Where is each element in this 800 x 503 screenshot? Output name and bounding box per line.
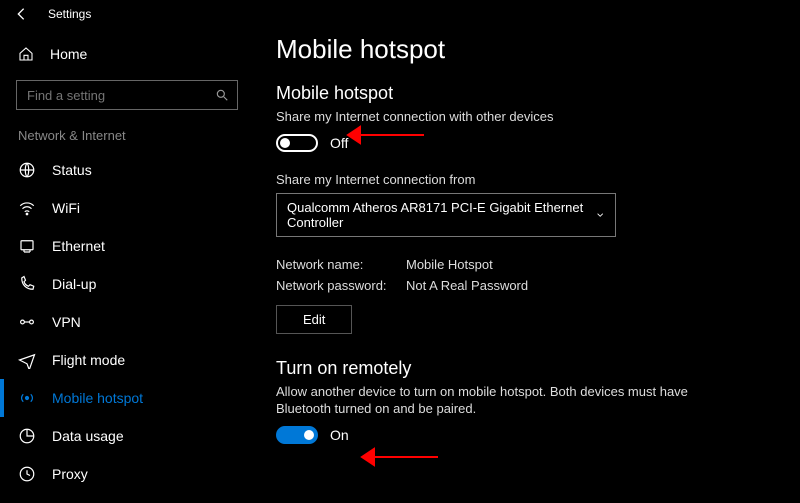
share-from-value: Qualcomm Atheros AR8171 PCI-E Gigabit Et… (287, 200, 595, 230)
remote-toggle[interactable] (276, 426, 318, 444)
hotspot-toggle-label: Off (330, 135, 348, 151)
sidebar-item-label: Data usage (52, 428, 124, 444)
sidebar-item-dialup[interactable]: Dial-up (0, 265, 254, 303)
sidebar-item-label: Status (52, 162, 92, 178)
hotspot-heading: Mobile hotspot (276, 83, 778, 104)
sidebar-item-label: Mobile hotspot (52, 390, 143, 406)
sidebar-item-mobile-hotspot[interactable]: Mobile hotspot (0, 379, 254, 417)
search-icon (215, 88, 229, 102)
app-title: Settings (48, 7, 91, 21)
sidebar-item-status[interactable]: Status (0, 151, 254, 189)
sidebar-item-label: Flight mode (52, 352, 125, 368)
chevron-down-icon (595, 209, 605, 221)
edit-button-label: Edit (303, 312, 325, 327)
proxy-icon (18, 465, 36, 483)
sidebar-item-label: VPN (52, 314, 81, 330)
sidebar: Home Network & Internet Status WiFi Ethe… (0, 28, 254, 503)
remote-toggle-label: On (330, 427, 349, 443)
toggle-knob (280, 138, 290, 148)
sidebar-group-title: Network & Internet (0, 128, 254, 151)
sidebar-home[interactable]: Home (0, 38, 254, 70)
search-input-wrap[interactable] (16, 80, 238, 110)
globe-icon (18, 161, 36, 179)
ethernet-icon (18, 237, 36, 255)
sidebar-item-label: Dial-up (52, 276, 96, 292)
network-name-value: Mobile Hotspot (406, 257, 493, 272)
network-password-label: Network password: (276, 278, 406, 293)
sidebar-item-vpn[interactable]: VPN (0, 303, 254, 341)
edit-button[interactable]: Edit (276, 305, 352, 334)
page-title: Mobile hotspot (276, 34, 778, 65)
sidebar-item-flight-mode[interactable]: Flight mode (0, 341, 254, 379)
phone-icon (18, 275, 36, 293)
hotspot-desc: Share my Internet connection with other … (276, 108, 706, 126)
back-button[interactable] (0, 0, 42, 28)
sidebar-nav: Status WiFi Ethernet Dial-up VPN Flight … (0, 151, 254, 493)
network-name-label: Network name: (276, 257, 406, 272)
sidebar-item-label: Ethernet (52, 238, 105, 254)
sidebar-item-proxy[interactable]: Proxy (0, 455, 254, 493)
toggle-knob (304, 430, 314, 440)
hotspot-toggle[interactable] (276, 134, 318, 152)
remote-heading: Turn on remotely (276, 358, 778, 379)
sidebar-home-label: Home (50, 46, 87, 62)
airplane-icon (18, 351, 36, 369)
share-from-dropdown[interactable]: Qualcomm Atheros AR8171 PCI-E Gigabit Et… (276, 193, 616, 237)
sidebar-item-wifi[interactable]: WiFi (0, 189, 254, 227)
sidebar-item-ethernet[interactable]: Ethernet (0, 227, 254, 265)
hotspot-icon (18, 389, 36, 407)
vpn-icon (18, 313, 36, 331)
content-pane: Mobile hotspot Mobile hotspot Share my I… (254, 28, 800, 503)
sidebar-item-label: WiFi (52, 200, 80, 216)
arrow-left-icon (18, 9, 23, 20)
sidebar-item-data-usage[interactable]: Data usage (0, 417, 254, 455)
search-input[interactable] (27, 88, 215, 103)
wifi-icon (18, 199, 36, 217)
sidebar-item-label: Proxy (52, 466, 88, 482)
share-from-label: Share my Internet connection from (276, 172, 778, 187)
remote-desc: Allow another device to turn on mobile h… (276, 383, 706, 418)
home-icon (18, 46, 34, 62)
network-password-value: Not A Real Password (406, 278, 528, 293)
data-usage-icon (18, 427, 36, 445)
